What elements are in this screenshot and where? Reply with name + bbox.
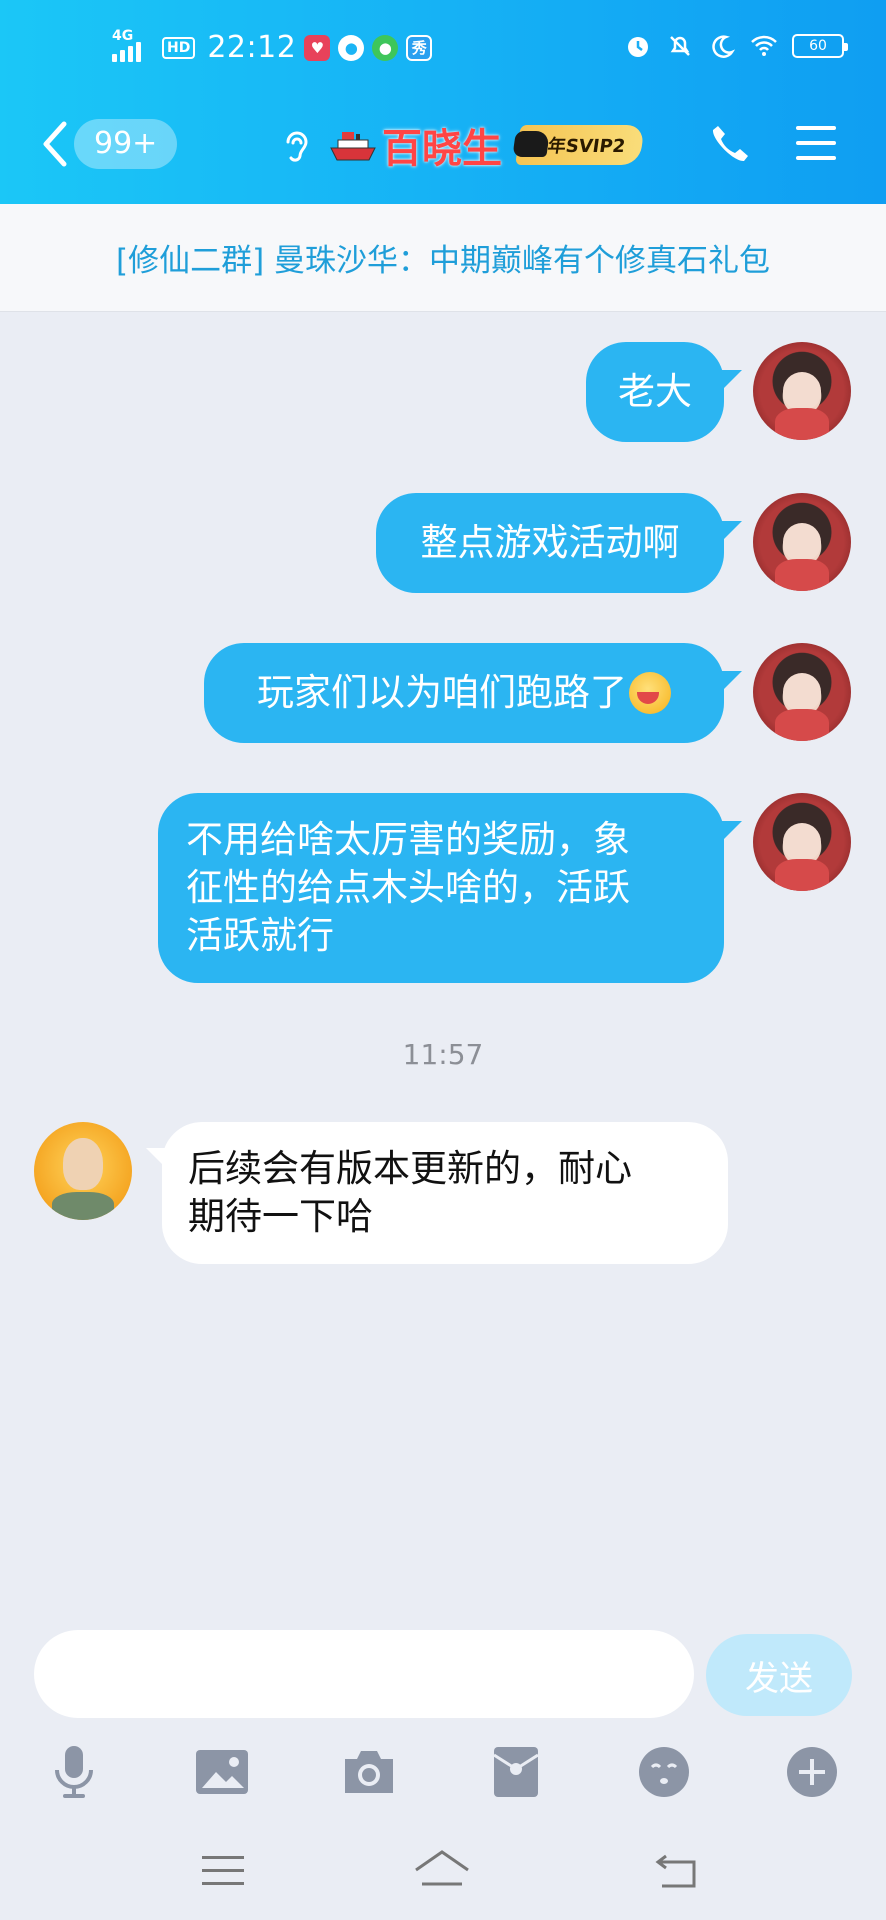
ear-icon[interactable] [278, 128, 312, 168]
bubble-tail [722, 521, 742, 541]
mute-icon [670, 36, 690, 56]
bubble-tail [722, 671, 742, 691]
avatar[interactable] [753, 643, 851, 741]
svip-label: 年SVIP2 [546, 136, 627, 157]
status-bar-right: 60 [624, 32, 848, 60]
unread-count-badge[interactable]: 99+ [74, 119, 178, 169]
chat-app-icon: ● [372, 34, 399, 61]
avatar[interactable] [753, 342, 851, 440]
pinned-notice[interactable]: [修仙二群] 曼珠沙华：中期巅峰有个修真石礼包 [0, 204, 886, 312]
chat-header: 4G HD 22:12 ♥ ● ● 秀 60 99+ 百晓生 年SVIP2 [0, 0, 886, 204]
alarm-icon [628, 37, 648, 57]
music-app-icon: ♥ [304, 34, 331, 61]
voice-button[interactable] [44, 1742, 104, 1802]
message-line: 后续会有版本更新的，耐心 [188, 1147, 632, 1190]
message-input[interactable] [34, 1630, 694, 1718]
status-bar: 4G HD 22:12 ♥ ● ● 秀 60 [0, 22, 886, 76]
avatar[interactable] [753, 493, 851, 591]
battery-icon: 60 [792, 34, 848, 58]
clock: 22:12 [207, 30, 297, 65]
menu-icon[interactable] [794, 122, 838, 164]
message-bubble[interactable]: 整点游戏活动啊 [376, 493, 724, 593]
svip-badge: 年SVIP2 [512, 125, 645, 165]
recents-menu-icon[interactable] [196, 1846, 252, 1896]
emoji-face-icon [639, 1747, 689, 1797]
message-line: 征性的给点木头啥的，活跃 [186, 866, 630, 909]
avatar[interactable] [753, 793, 851, 891]
show-app-icon: 秀 [406, 34, 433, 61]
bubble-tail [146, 1148, 166, 1168]
home-icon[interactable] [414, 1846, 470, 1896]
image-icon [196, 1750, 248, 1794]
wifi-icon [751, 35, 777, 56]
message-line: 期待一下哈 [188, 1195, 373, 1238]
status-bar-left: 4G HD 22:12 ♥ ● ● 秀 [112, 28, 433, 65]
red-packet-button[interactable] [486, 1742, 546, 1802]
hd-badge: HD [162, 36, 196, 59]
message-bubble[interactable]: 玩家们以为咱们跑路了 [204, 643, 724, 743]
plus-circle-icon [787, 1747, 837, 1797]
bubble-tail [722, 370, 742, 390]
vip-crown-icon [512, 131, 550, 157]
message-bubble[interactable]: 不用给啥太厉害的奖励，象 征性的给点木头啥的，活跃 活跃就行 [158, 793, 724, 983]
avatar[interactable] [34, 1122, 132, 1220]
signal-icon: 4G [112, 28, 148, 62]
camera-icon [345, 1751, 393, 1793]
message-bubble[interactable]: 后续会有版本更新的，耐心 期待一下哈 [162, 1122, 728, 1264]
back-arrow-icon[interactable] [36, 118, 76, 170]
more-button[interactable] [782, 1742, 842, 1802]
message-text: 老大 [618, 370, 692, 413]
emoji-button[interactable] [634, 1742, 694, 1802]
battery-level: 60 [809, 38, 827, 54]
chat-title[interactable]: 百晓生 [382, 116, 502, 174]
composer-toolbar [0, 1736, 886, 1816]
red-packet-icon [493, 1747, 539, 1797]
send-button[interactable]: 发送 [706, 1634, 852, 1716]
message-text: 整点游戏活动啊 [420, 521, 680, 564]
back-icon[interactable] [650, 1846, 706, 1896]
notice-text: [修仙二群] 曼珠沙华：中期巅峰有个修真石礼包 [115, 243, 771, 279]
voice-app-icon: ● [338, 34, 365, 61]
nav-row: 99+ 百晓生 年SVIP2 [0, 110, 886, 180]
message-line: 活跃就行 [186, 914, 334, 957]
microphone-icon [55, 1746, 93, 1798]
camera-button[interactable] [339, 1742, 399, 1802]
bubble-tail [722, 821, 742, 841]
message-text: 玩家们以为咱们跑路了 [257, 671, 627, 714]
system-nav-bar [0, 1836, 886, 1908]
message-bubble[interactable]: 老大 [586, 342, 724, 442]
message-timestamp: 11:57 [402, 1038, 484, 1071]
message-line: 不用给啥太厉害的奖励，象 [186, 818, 630, 861]
image-button[interactable] [192, 1742, 252, 1802]
laughing-emoji-icon [629, 672, 671, 714]
ship-icon [330, 132, 376, 161]
network-type: 4G [112, 27, 134, 44]
phone-icon[interactable] [706, 120, 754, 168]
moon-icon [712, 35, 736, 58]
